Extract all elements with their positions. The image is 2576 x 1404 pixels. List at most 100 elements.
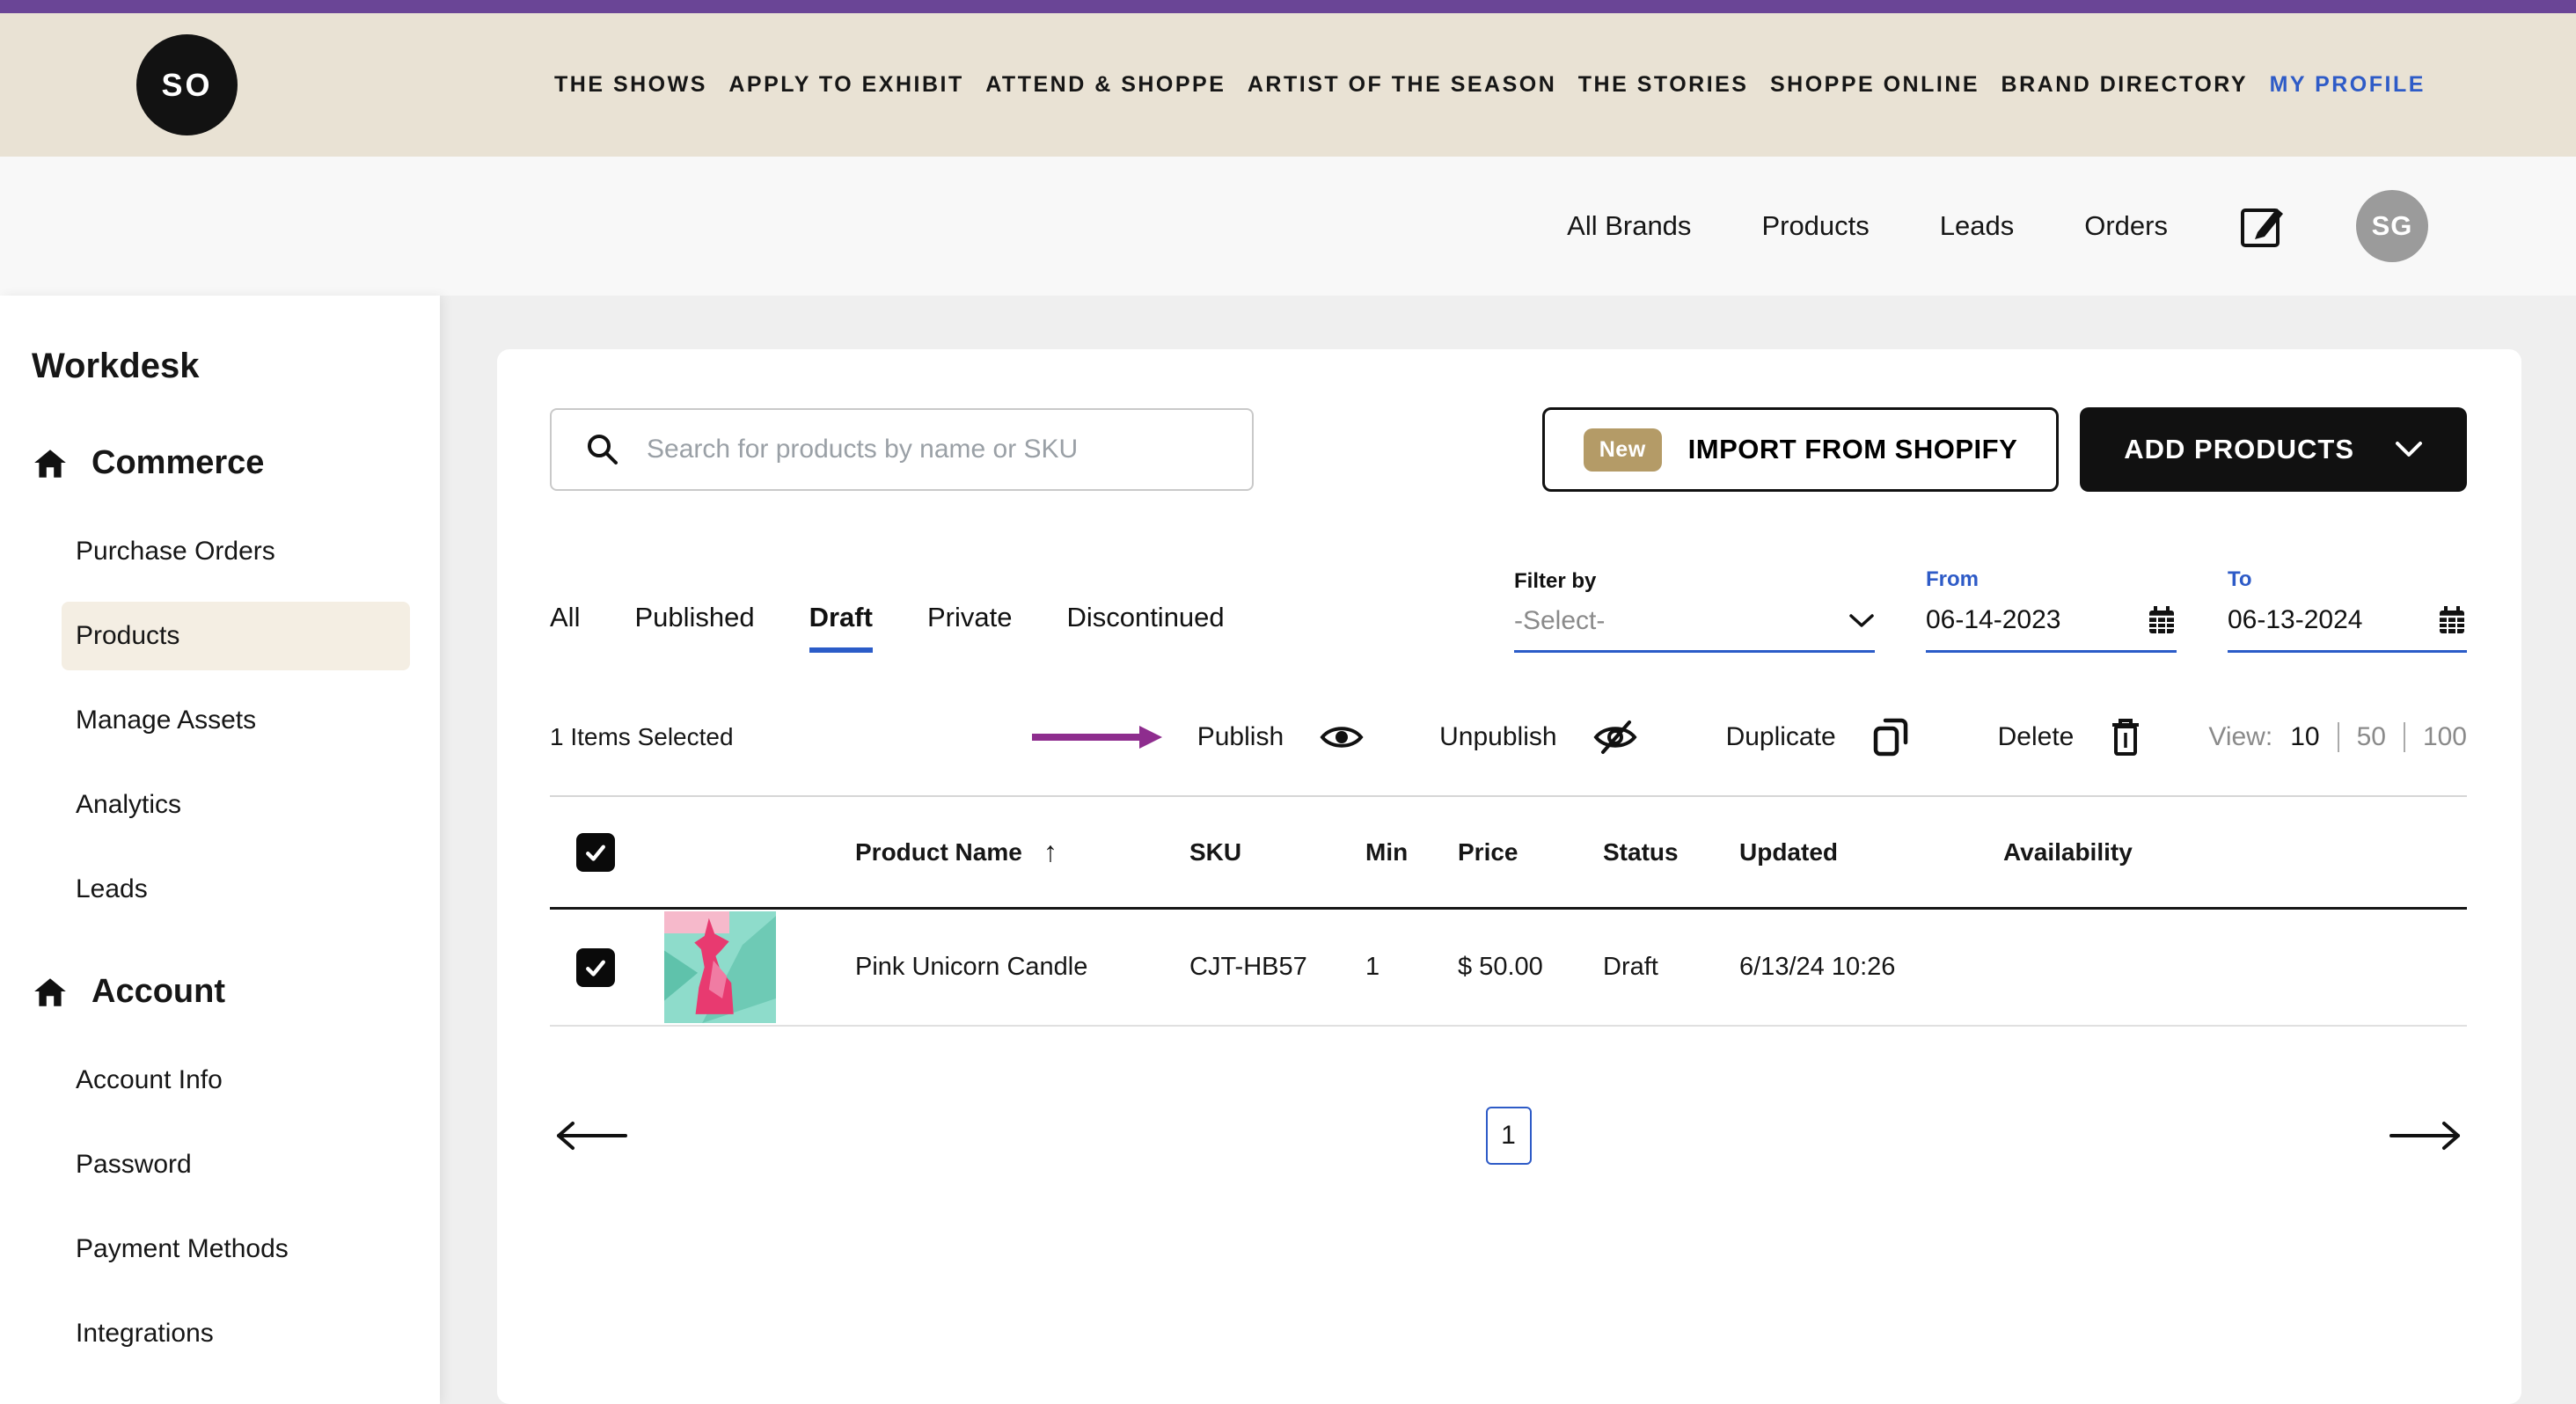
tab-draft[interactable]: Draft xyxy=(809,602,873,653)
copy-icon[interactable] xyxy=(1871,716,1910,758)
nav-artist-of-the-season[interactable]: ARTIST OF THE SEASON xyxy=(1248,72,1556,98)
nav-the-stories[interactable]: THE STORIES xyxy=(1578,72,1749,98)
site-header: SO THE SHOWS APPLY TO EXHIBIT ATTEND & S… xyxy=(0,13,2576,157)
trash-icon[interactable] xyxy=(2109,717,2142,757)
previous-page-arrow[interactable] xyxy=(550,1119,631,1152)
account-toolbar: All Brands Products Leads Orders SG xyxy=(0,157,2576,296)
bulk-actions-row: 1 Items Selected Publish xyxy=(550,716,2467,797)
sidebar-item-payment-methods[interactable]: Payment Methods xyxy=(62,1215,410,1283)
sidebar: Workdesk Commerce Purchase Orders Produc… xyxy=(0,296,440,1404)
duplicate-action[interactable]: Duplicate xyxy=(1726,722,1836,752)
sidebar-section-label: Commerce xyxy=(91,444,264,482)
home-icon xyxy=(32,976,69,1009)
sidebar-item-leads[interactable]: Leads xyxy=(62,855,410,924)
date-to-field[interactable]: To 06-13-2024 xyxy=(2228,567,2467,653)
nav-the-shows[interactable]: THE SHOWS xyxy=(554,72,707,98)
search-input[interactable] xyxy=(647,435,1226,464)
nav-my-profile[interactable]: MY PROFILE xyxy=(2270,72,2426,98)
sidebar-item-account-info[interactable]: Account Info xyxy=(62,1046,410,1115)
link-products[interactable]: Products xyxy=(1761,210,1869,242)
sidebar-item-manage-assets[interactable]: Manage Assets xyxy=(62,686,410,755)
publish-action[interactable]: Publish xyxy=(1197,722,1284,752)
divider xyxy=(2338,722,2339,752)
view-option-10[interactable]: 10 xyxy=(2290,722,2319,752)
sidebar-item-products[interactable]: Products xyxy=(62,602,410,670)
column-min: Min xyxy=(1365,838,1458,867)
date-to-label: To xyxy=(2228,567,2467,592)
items-selected-count: 1 Items Selected xyxy=(550,723,734,751)
nav-attend-and-shoppe[interactable]: ATTEND & SHOPPE xyxy=(985,72,1226,98)
eye-icon[interactable] xyxy=(1319,722,1365,752)
top-accent-bar xyxy=(0,0,2576,13)
product-price-cell: $ 50.00 xyxy=(1458,953,1603,982)
link-all-brands[interactable]: All Brands xyxy=(1567,210,1691,242)
filter-by-label: Filter by xyxy=(1514,569,1875,594)
view-options: View: 10 50 100 xyxy=(2208,722,2467,752)
date-from-field[interactable]: From 06-14-2023 xyxy=(1926,567,2177,653)
date-from-label: From xyxy=(1926,567,2177,592)
page-number[interactable]: 1 xyxy=(1486,1107,1532,1165)
link-orders[interactable]: Orders xyxy=(2084,210,2168,242)
product-min-cell: 1 xyxy=(1365,953,1458,982)
product-name-cell[interactable]: Pink Unicorn Candle xyxy=(855,953,1189,982)
sort-ascending-icon[interactable]: ↑ xyxy=(1043,836,1057,868)
view-option-50[interactable]: 50 xyxy=(2357,722,2386,752)
sidebar-item-purchase-orders[interactable]: Purchase Orders xyxy=(62,517,410,586)
date-to-value[interactable]: 06-13-2024 xyxy=(2228,605,2362,635)
home-icon xyxy=(32,447,69,480)
compose-edit-icon[interactable] xyxy=(2238,202,2286,250)
tab-all[interactable]: All xyxy=(550,602,580,653)
main-content: New IMPORT FROM SHOPIFY ADD PRODUCTS All… xyxy=(440,296,2576,1404)
product-sku-cell: CJT-HB57 xyxy=(1189,953,1365,982)
user-avatar[interactable]: SG xyxy=(2356,190,2428,262)
link-leads[interactable]: Leads xyxy=(1940,210,2014,242)
row-checkbox[interactable] xyxy=(576,948,615,987)
delete-action[interactable]: Delete xyxy=(1998,722,2075,752)
import-button-label: IMPORT FROM SHOPIFY xyxy=(1688,434,2018,465)
product-status-cell: Draft xyxy=(1603,953,1739,982)
products-toolbar: New IMPORT FROM SHOPIFY ADD PRODUCTS xyxy=(550,407,2467,492)
filter-group: Filter by -Select- From xyxy=(1514,567,2467,653)
view-option-100[interactable]: 100 xyxy=(2423,722,2467,752)
next-page-arrow[interactable] xyxy=(2386,1119,2467,1152)
tab-discontinued[interactable]: Discontinued xyxy=(1066,602,1224,653)
nav-brand-directory[interactable]: BRAND DIRECTORY xyxy=(2002,72,2249,98)
filter-by-select[interactable]: Filter by -Select- xyxy=(1514,569,1875,653)
products-panel: New IMPORT FROM SHOPIFY ADD PRODUCTS All… xyxy=(497,349,2521,1404)
sidebar-item-integrations[interactable]: Integrations xyxy=(62,1299,410,1368)
view-label: View: xyxy=(2208,722,2272,752)
unpublish-action[interactable]: Unpublish xyxy=(1439,722,1556,752)
date-from-value[interactable]: 06-14-2023 xyxy=(1926,605,2060,635)
add-products-button[interactable]: ADD PRODUCTS xyxy=(2080,407,2467,492)
import-from-shopify-button[interactable]: New IMPORT FROM SHOPIFY xyxy=(1542,407,2060,492)
tabs-and-filters: All Published Draft Private Discontinued… xyxy=(550,567,2467,653)
column-price: Price xyxy=(1458,838,1603,867)
column-updated: Updated xyxy=(1739,838,2003,867)
table-row[interactable]: Pink Unicorn Candle CJT-HB57 1 $ 50.00 D… xyxy=(550,910,2467,1027)
search-box xyxy=(550,408,1254,491)
column-product-name: Product Name xyxy=(855,838,1022,867)
tab-published[interactable]: Published xyxy=(634,602,754,653)
product-updated-cell: 6/13/24 10:26 xyxy=(1739,953,2003,982)
sidebar-section-label: Account xyxy=(91,973,225,1011)
eye-off-icon[interactable] xyxy=(1592,720,1638,755)
product-thumbnail xyxy=(664,911,776,1023)
column-status: Status xyxy=(1603,838,1739,867)
sidebar-section-account[interactable]: Account xyxy=(0,973,440,1011)
column-availability: Availability xyxy=(2003,838,2467,867)
calendar-icon[interactable] xyxy=(2147,604,2177,636)
brand-logo[interactable]: SO xyxy=(136,34,238,135)
sidebar-item-analytics[interactable]: Analytics xyxy=(62,771,410,839)
select-all-checkbox[interactable] xyxy=(576,833,615,872)
sidebar-section-commerce[interactable]: Commerce xyxy=(0,444,440,482)
nav-apply-to-exhibit[interactable]: APPLY TO EXHIBIT xyxy=(728,72,963,98)
sidebar-title: Workdesk xyxy=(0,347,440,386)
chevron-down-icon xyxy=(1848,613,1875,629)
pagination: 1 xyxy=(550,1104,2467,1167)
calendar-icon[interactable] xyxy=(2437,604,2467,636)
tab-private[interactable]: Private xyxy=(927,602,1012,653)
sidebar-item-password[interactable]: Password xyxy=(62,1130,410,1199)
filter-by-value: -Select- xyxy=(1514,606,1605,636)
nav-shoppe-online[interactable]: SHOPPE ONLINE xyxy=(1770,72,1980,98)
divider xyxy=(2404,722,2405,752)
